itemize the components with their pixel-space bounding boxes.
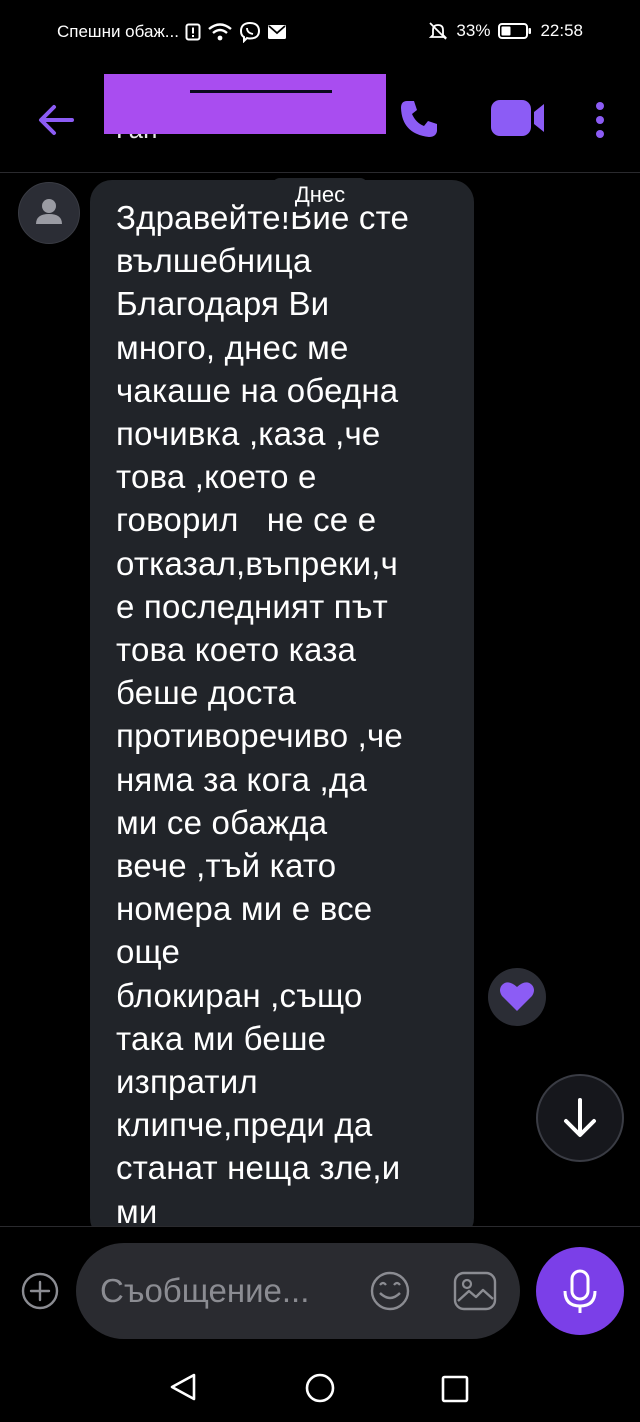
mic-icon	[563, 1269, 597, 1313]
composer-bar	[0, 1226, 640, 1345]
mic-button[interactable]	[536, 1247, 624, 1335]
redaction-overlay	[104, 74, 386, 134]
sim-alert-icon	[185, 23, 201, 41]
emoji-icon[interactable]	[368, 1269, 412, 1313]
heart-icon	[500, 982, 534, 1011]
add-icon[interactable]	[20, 1271, 60, 1311]
video-icon[interactable]	[490, 98, 546, 138]
message-input[interactable]	[100, 1271, 360, 1311]
phone-icon[interactable]	[398, 98, 440, 140]
carrier-text: Спешни обаж...	[57, 22, 179, 41]
mail-icon	[267, 25, 286, 39]
message-input-container	[76, 1243, 520, 1339]
status-right: 33% 22:58	[428, 21, 583, 41]
scroll-to-bottom-button[interactable]	[536, 1074, 624, 1162]
status-left: Спешни обаж...	[57, 21, 287, 43]
mute-bell-icon	[429, 22, 448, 40]
nav-back-icon[interactable]	[168, 1372, 198, 1402]
battery-percent: 33%	[456, 21, 491, 40]
redaction-stroke	[190, 90, 332, 93]
sender-avatar[interactable]	[18, 182, 80, 244]
date-chip: Днес	[272, 178, 368, 212]
viber-icon	[239, 21, 260, 43]
back-arrow-icon[interactable]	[36, 100, 76, 140]
avatar-icon	[36, 199, 62, 224]
message-text: Здравейте!Вие сте вълшебница Благодаря В…	[116, 199, 410, 1230]
gallery-icon[interactable]	[452, 1269, 498, 1313]
reaction-button[interactable]	[488, 968, 546, 1026]
nav-recents-icon[interactable]	[440, 1374, 470, 1404]
arrow-down-icon	[564, 1098, 596, 1137]
status-bar: Спешни обаж... 33% 22:58	[0, 0, 640, 62]
wifi-icon	[208, 23, 232, 41]
battery-icon	[498, 23, 532, 39]
system-nav-bar	[0, 1344, 640, 1422]
nav-home-icon[interactable]	[304, 1372, 336, 1404]
chat-header: Ган	[0, 62, 640, 173]
clock: 22:58	[540, 21, 583, 40]
more-vert-icon[interactable]	[588, 98, 612, 142]
